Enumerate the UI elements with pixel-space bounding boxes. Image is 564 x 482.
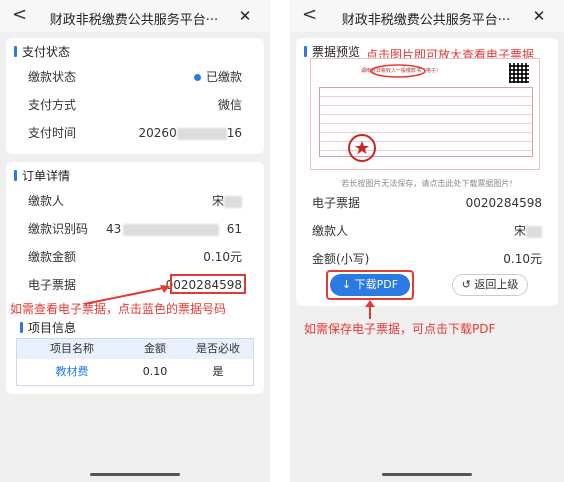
row-label: 电子票据 [312,196,361,210]
value-part: 61 [226,222,242,236]
table-row: 教材费 0.10 是 [17,359,253,385]
status-dot-icon [193,74,201,81]
status-row: 缴款状态 已缴款 [28,68,242,86]
redacted-block [526,225,542,238]
page-title: 财政非税缴费公共服务平台··· [49,13,219,28]
row-label: 缴款状态 [28,70,77,84]
column-header: 项目名称 [50,342,94,355]
row-label: 电子票据 [28,278,77,292]
row-label: 支付方式 [28,98,77,112]
row-label: 支付时间 [28,126,77,140]
section-title: 票据预览 [312,44,361,59]
id-code-row: 缴款识别码 43 61 [28,220,242,238]
back-icon[interactable]: < [12,4,27,25]
value-part: 16 [226,126,242,140]
payment-status-card: 支付状态 缴款状态 已缴款 支付方式 微信 支付时间 20260 16 [6,38,264,154]
redacted-block [176,127,227,140]
value-part: 43 [106,222,122,236]
row-value: 0020284598 [465,196,542,210]
amount-row: 金额(小写) 0.10元 [312,250,542,268]
section-title: 支付状态 [22,44,71,59]
home-indicator [90,473,180,476]
method-row: 支付方式 微信 [28,96,242,114]
section-header: 订单详情 [6,162,264,188]
button-label: 返回上级 [474,278,519,291]
home-indicator [382,473,472,476]
row-label: 缴款识别码 [28,222,89,236]
value-part: 宋 [211,194,224,208]
back-icon[interactable]: < [302,4,317,25]
status-badge: 已缴款 [193,68,242,86]
row-value: 0.10元 [203,250,242,264]
top-bar: < 财政非税缴费公共服务平台··· ✕ [0,0,270,32]
amount-row: 缴款金额 0.10元 [28,248,242,266]
section-title: 订单详情 [22,168,71,183]
row-value: 20260 16 [139,124,242,142]
row-label: 金额(小写) [312,252,370,266]
e-invoice-image[interactable]: 湖南省非税收入一般缴款书（电子） [310,58,540,170]
row-value: 43 61 [106,220,242,238]
qr-code-icon [509,63,529,83]
section-title: 项目信息 [28,320,77,335]
section-marker [14,45,17,57]
highlight-box [326,270,414,300]
project-required: 是 [212,365,224,378]
hint-text[interactable]: 若长按图片无法保存，请点击此处下载票据图片! [290,178,564,189]
right-screen: < 财政非税缴费公共服务平台··· ✕ 票据预览 点击图片即可放大查看电子票据 … [290,0,564,482]
section-marker [304,45,307,57]
e-invoice-row: 电子票据 0020284598 [312,194,542,212]
payer-row: 缴款人 宋 [28,192,242,210]
return-icon: ↺ [461,278,475,291]
row-label: 缴款人 [28,194,65,208]
section-marker [14,169,17,181]
close-icon[interactable]: ✕ [528,7,550,25]
project-amount: 0.10 [142,365,168,378]
section-header: 项目信息 [12,314,76,340]
return-button[interactable]: ↺ 返回上级 [452,274,528,296]
close-icon[interactable]: ✕ [234,7,256,25]
redacted-block [123,223,220,236]
project-name: 教材费 [55,365,89,378]
row-value: 微信 [217,98,242,112]
column-header: 金额 [144,342,166,355]
row-label: 缴款人 [312,224,349,238]
payer-row: 缴款人 宋 [312,222,542,240]
redacted-block [224,195,242,208]
seal-icon [348,134,376,162]
page-title: 财政非税缴费公共服务平台··· [341,13,511,28]
row-value: 宋 [514,222,542,240]
table-header: 项目名称 金额 是否必收 [17,339,253,359]
section-marker [20,321,23,333]
section-header: 支付状态 [6,38,264,64]
highlight-box [170,274,246,294]
value-part: 宋 [513,224,526,238]
status-value: 已缴款 [205,70,242,84]
project-table: 项目名称 金额 是否必收 教材费 0.10 是 [16,338,254,386]
left-screen: < 财政非税缴费公共服务平台··· ✕ 支付状态 缴款状态 已缴款 支付方式 微… [0,0,270,482]
highlight-oval [370,64,426,78]
time-row: 支付时间 20260 16 [28,124,242,142]
row-value: 宋 [212,192,242,210]
row-label: 缴款金额 [28,250,77,264]
row-value: 0.10元 [503,252,542,266]
column-header: 是否必收 [196,342,240,355]
annotation-text: 如需保存电子票据，可点击下载PDF [304,322,496,336]
arrow-up-icon [365,300,375,319]
value-part: 20260 [138,126,177,140]
top-bar: < 财政非税缴费公共服务平台··· ✕ [290,0,564,32]
